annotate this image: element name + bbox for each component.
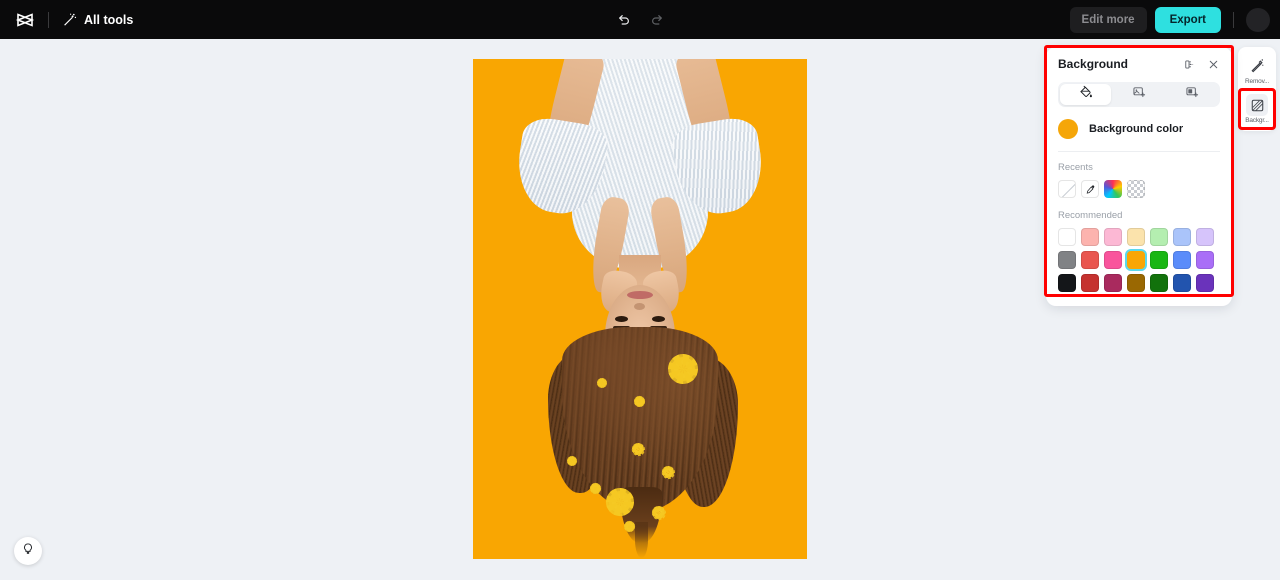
lips bbox=[627, 291, 653, 299]
nose bbox=[634, 303, 645, 310]
color-swatch[interactable] bbox=[1058, 274, 1076, 292]
no-color-swatch[interactable] bbox=[1058, 180, 1076, 198]
remove-background-eraser-icon bbox=[1246, 55, 1268, 77]
export-button[interactable]: Export bbox=[1154, 6, 1221, 33]
app-root: All tools Edit more Export Remov... Back… bbox=[0, 0, 1280, 580]
color-swatch[interactable] bbox=[1150, 274, 1168, 292]
top-bar: All tools Edit more Export bbox=[0, 0, 1280, 39]
eye-right bbox=[652, 316, 665, 322]
compare-split-icon[interactable] bbox=[1183, 58, 1196, 71]
color-swatch[interactable] bbox=[1104, 274, 1122, 292]
background-panel-header: Background bbox=[1058, 57, 1220, 71]
background-checkered-icon bbox=[1246, 94, 1268, 116]
image-add-icon bbox=[1132, 85, 1146, 104]
flower bbox=[566, 455, 578, 467]
tab-fill-color[interactable] bbox=[1060, 84, 1112, 105]
rail-item-background[interactable]: Backgr... bbox=[1239, 90, 1275, 127]
redo-arrow-icon[interactable] bbox=[645, 8, 669, 32]
flower bbox=[631, 442, 645, 456]
recents-label: Recents bbox=[1058, 162, 1093, 173]
flower bbox=[633, 395, 646, 408]
artboard[interactable] bbox=[473, 59, 807, 559]
background-color-row[interactable]: Background color bbox=[1058, 119, 1220, 152]
panel-header-actions bbox=[1183, 58, 1220, 71]
flower bbox=[589, 482, 602, 495]
color-swatch[interactable] bbox=[1150, 228, 1168, 246]
topbar-divider bbox=[48, 11, 49, 28]
color-swatch[interactable] bbox=[1104, 228, 1122, 246]
color-swatch[interactable] bbox=[1058, 228, 1076, 246]
blur-add-icon bbox=[1185, 85, 1199, 104]
color-swatch[interactable] bbox=[1196, 274, 1214, 292]
color-swatch[interactable] bbox=[1173, 228, 1191, 246]
tab-image-background[interactable] bbox=[1113, 84, 1164, 105]
tab-blur-background[interactable] bbox=[1167, 84, 1218, 105]
all-tools-label: All tools bbox=[84, 12, 134, 27]
flower bbox=[606, 488, 634, 516]
background-color-label: Background color bbox=[1089, 123, 1184, 135]
color-swatch[interactable] bbox=[1150, 251, 1168, 269]
rail-item-remove-background[interactable]: Remov... bbox=[1239, 51, 1275, 88]
color-swatch[interactable] bbox=[1196, 251, 1214, 269]
history-actions bbox=[611, 0, 669, 39]
avatar[interactable] bbox=[1246, 7, 1270, 32]
eye-left bbox=[615, 316, 628, 322]
paint-bucket-icon bbox=[1079, 85, 1093, 104]
background-panel: Background Background color Recents Reco… bbox=[1046, 47, 1232, 306]
topbar-right-actions: Edit more Export bbox=[1069, 0, 1270, 39]
transparent-swatch[interactable] bbox=[1127, 180, 1145, 198]
color-swatch[interactable] bbox=[1173, 251, 1191, 269]
magic-wand-icon bbox=[61, 12, 77, 28]
flower bbox=[667, 353, 699, 385]
color-swatch[interactable] bbox=[1173, 274, 1191, 292]
capcut-logo-icon[interactable] bbox=[12, 7, 38, 33]
eyedropper-swatch[interactable] bbox=[1081, 180, 1099, 198]
recommended-swatch-grid bbox=[1058, 228, 1220, 292]
color-swatch[interactable] bbox=[1104, 251, 1122, 269]
rail-label-remove-background: Remov... bbox=[1245, 78, 1269, 85]
color-swatch[interactable] bbox=[1081, 251, 1099, 269]
color-swatch[interactable] bbox=[1127, 274, 1145, 292]
subject-photo bbox=[473, 59, 807, 559]
lightbulb-icon bbox=[21, 542, 35, 561]
color-swatch[interactable] bbox=[1058, 251, 1076, 269]
help-tips-button[interactable] bbox=[14, 537, 42, 565]
recents-swatches bbox=[1058, 180, 1220, 198]
hair-tail-tip bbox=[635, 522, 648, 558]
close-x-icon[interactable] bbox=[1207, 58, 1220, 71]
color-swatch[interactable] bbox=[1127, 251, 1145, 269]
flower bbox=[623, 520, 636, 533]
topbar-right-divider bbox=[1233, 11, 1234, 28]
undo-arrow-icon[interactable] bbox=[611, 8, 635, 32]
color-swatch[interactable] bbox=[1196, 228, 1214, 246]
flower bbox=[596, 377, 608, 389]
edit-more-button[interactable]: Edit more bbox=[1069, 6, 1147, 33]
panel-title: Background bbox=[1058, 57, 1129, 71]
color-swatch[interactable] bbox=[1081, 274, 1099, 292]
rail-label-background: Backgr... bbox=[1245, 117, 1269, 124]
all-tools-button[interactable]: All tools bbox=[61, 12, 133, 28]
background-color-preview[interactable] bbox=[1058, 119, 1078, 139]
flower bbox=[661, 465, 675, 479]
recommended-label: Recommended bbox=[1058, 210, 1123, 221]
background-mode-tabs bbox=[1058, 82, 1220, 107]
color-swatch[interactable] bbox=[1081, 228, 1099, 246]
gradient-swatch[interactable] bbox=[1104, 180, 1122, 198]
color-swatch[interactable] bbox=[1127, 228, 1145, 246]
flower bbox=[651, 505, 666, 520]
tool-rail: Remov... Backgr... bbox=[1238, 47, 1276, 131]
